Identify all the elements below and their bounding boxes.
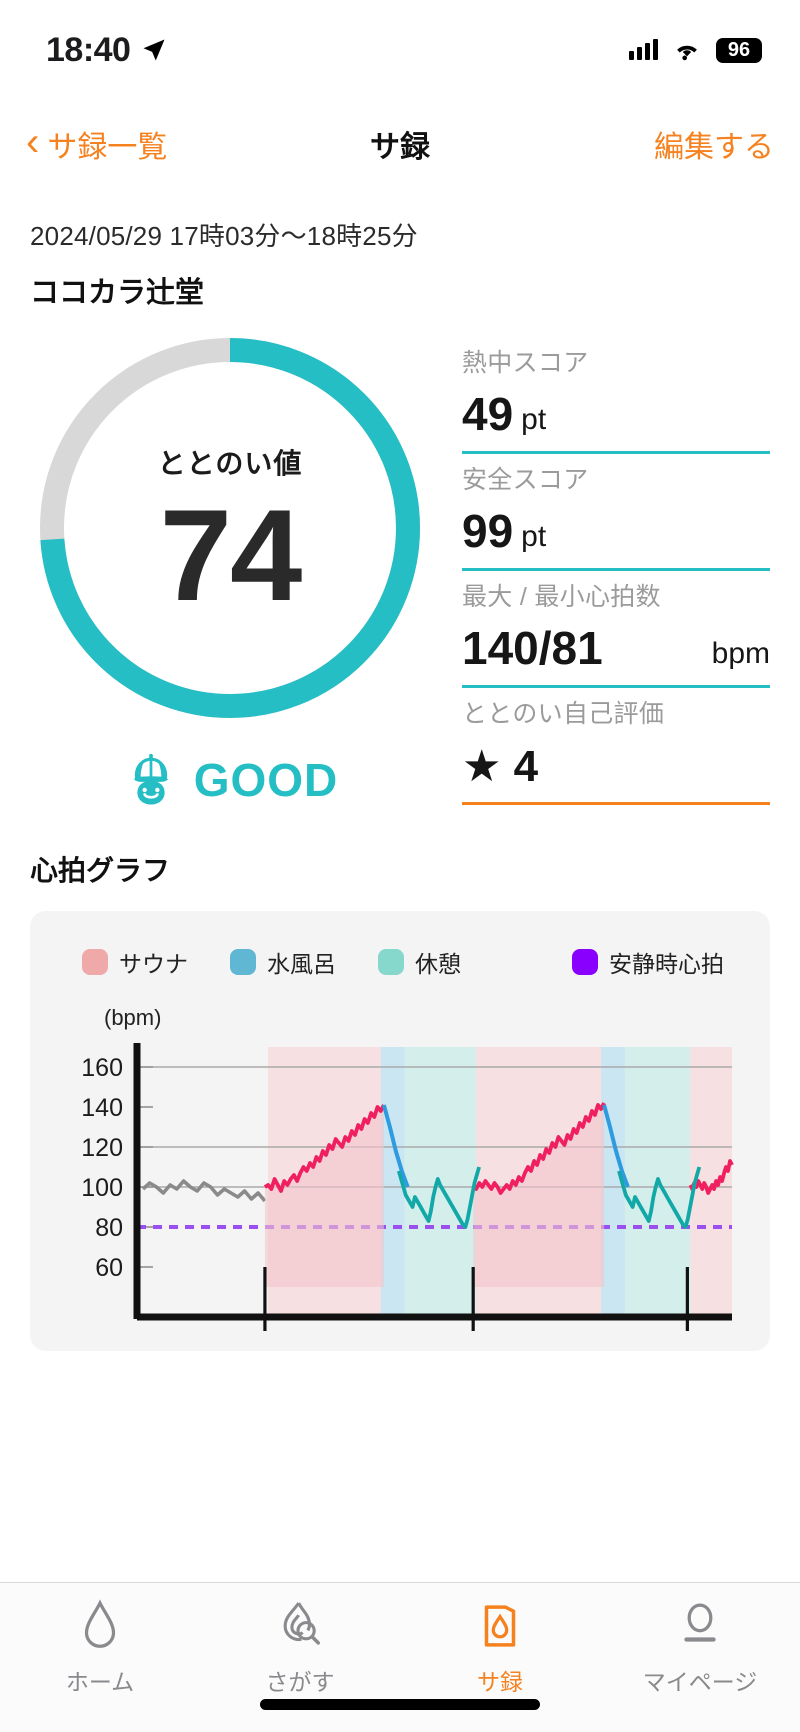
stat-label: 熱中スコア bbox=[462, 349, 589, 377]
star-rating-value: ★ 4 bbox=[462, 742, 539, 791]
edit-button[interactable]: 編集する bbox=[654, 122, 774, 166]
flame-search-icon bbox=[275, 1597, 325, 1655]
legend-item-rest: 休憩 bbox=[378, 945, 461, 979]
stat-self-rating: ととのい自己評価 ★ 4 bbox=[462, 694, 770, 805]
tab-search[interactable]: さがす bbox=[200, 1597, 400, 1697]
water-drop-icon bbox=[78, 1597, 122, 1655]
home-indicator bbox=[260, 1699, 540, 1710]
status-bar-right: 96 bbox=[629, 37, 762, 63]
sauna-face-icon bbox=[133, 753, 168, 805]
cellular-bars-icon bbox=[629, 39, 658, 60]
tab-mypage[interactable]: マイページ bbox=[600, 1597, 800, 1697]
stat-value-row: 140/81 bpm bbox=[462, 617, 770, 675]
status-time: 18:40 bbox=[46, 30, 131, 69]
battery-level: 96 bbox=[716, 37, 762, 63]
tab-home[interactable]: ホーム bbox=[0, 1597, 200, 1697]
stats-column: 熱中スコア 49 pt 安全スコア 99 pt 最大 / 最小心拍数 140/8… bbox=[430, 333, 770, 811]
person-icon bbox=[677, 1597, 723, 1655]
status-bar-left: 18:40 bbox=[46, 31, 168, 70]
stat-value: 140/81 bbox=[462, 622, 603, 675]
summary-section: ととのい値 74 GOOD 熱中スコア 49 pt 安全スコア 99 pt 最大… bbox=[0, 311, 800, 811]
stat-unit: bpm bbox=[711, 637, 770, 670]
chart-title: 心拍グラフ bbox=[30, 855, 171, 886]
record-card-icon bbox=[478, 1597, 522, 1655]
stat-label: ととのい自己評価 bbox=[462, 700, 665, 728]
legend-swatch-sauna bbox=[82, 949, 108, 975]
legend-swatch-coldbath bbox=[230, 949, 256, 975]
legend-label: 休憩 bbox=[415, 951, 461, 977]
stat-unit: pt bbox=[521, 520, 547, 553]
back-button[interactable]: ‹ サ録一覧 bbox=[26, 122, 167, 166]
svg-text:120: 120 bbox=[81, 1134, 123, 1162]
gauge-value: 74 bbox=[159, 482, 303, 628]
tab-label: ホーム bbox=[65, 1669, 135, 1695]
wifi-icon bbox=[677, 45, 697, 61]
gauge-center: ととのい値 74 bbox=[35, 333, 425, 723]
chart-card[interactable]: サウナ 水風呂 休憩 安静時心拍 (bpm) 160 140 120 100 8… bbox=[30, 911, 770, 1351]
stat-label: 安全スコア bbox=[462, 466, 589, 494]
legend-swatch-rest bbox=[378, 949, 404, 975]
stat-underline bbox=[462, 685, 770, 688]
gauge-label: ととのい値 bbox=[157, 448, 303, 479]
stat-heat-score: 熱中スコア 49 pt bbox=[462, 343, 770, 454]
legend-swatch-resting-hr bbox=[572, 949, 598, 975]
stat-underline bbox=[462, 451, 770, 454]
legend-label: 安静時心拍 bbox=[609, 951, 724, 977]
chevron-left-icon: ‹ bbox=[26, 120, 40, 164]
tab-label: さがす bbox=[265, 1669, 335, 1695]
chart-y-axis-unit: (bpm) bbox=[104, 1005, 162, 1030]
gauge-column: ととのい値 74 GOOD bbox=[30, 333, 430, 811]
stat-safety-score: 安全スコア 99 pt bbox=[462, 460, 770, 571]
navigation-bar: ‹ サ録一覧 サ録 編集する bbox=[0, 100, 800, 188]
stat-underline bbox=[462, 568, 770, 571]
chart-plot: 160 140 120 100 80 60 bbox=[42, 1037, 754, 1337]
stat-value-row: 49 pt bbox=[462, 383, 770, 441]
scroll-content[interactable]: 2024/05/29 17時03分〜18時25分 ココカラ辻堂 ととのい値 74 bbox=[0, 188, 800, 1582]
stat-unit: pt bbox=[521, 403, 547, 436]
verdict-label: GOOD bbox=[193, 754, 339, 806]
legend-item-resting-hr: 安静時心拍 bbox=[572, 945, 724, 979]
verdict-row: GOOD bbox=[30, 751, 430, 809]
tab-label: サ録 bbox=[477, 1669, 523, 1695]
tab-record[interactable]: サ録 bbox=[400, 1597, 600, 1697]
location-arrow-icon bbox=[143, 39, 165, 61]
chart-legend: サウナ 水風呂 休憩 安静時心拍 bbox=[42, 933, 754, 979]
totonoi-gauge: ととのい値 74 bbox=[35, 333, 425, 723]
status-bar: 18:40 96 bbox=[0, 0, 800, 100]
svg-text:140: 140 bbox=[81, 1094, 123, 1122]
svg-text:80: 80 bbox=[95, 1214, 123, 1242]
tab-label: マイページ bbox=[642, 1669, 758, 1695]
legend-item-sauna: サウナ bbox=[82, 945, 188, 979]
session-meta: 2024/05/29 17時03分〜18時25分 ココカラ辻堂 bbox=[0, 188, 800, 311]
back-button-label: サ録一覧 bbox=[47, 131, 168, 164]
stat-value: 49 bbox=[462, 388, 514, 441]
stat-underline bbox=[462, 802, 770, 805]
stat-value-row: ★ 4 bbox=[462, 734, 770, 792]
legend-item-coldbath: 水風呂 bbox=[230, 945, 336, 979]
stat-max-min-hr: 最大 / 最小心拍数 140/81 bpm bbox=[462, 577, 770, 688]
chart-svg: 160 140 120 100 80 60 bbox=[81, 1043, 734, 1331]
app-screen: 18:40 96 ‹ サ録一覧 サ録 編集する 2024/05/29 17時03… bbox=[0, 0, 800, 1732]
heart-rate-chart-section: 心拍グラフ サウナ 水風呂 休憩 安静時心拍 (bpm) 160 140 120… bbox=[0, 811, 800, 1351]
session-datetime: 2024/05/29 17時03分〜18時25分 bbox=[30, 221, 418, 251]
stat-label: 最大 / 最小心拍数 bbox=[462, 583, 661, 611]
svg-text:60: 60 bbox=[95, 1254, 123, 1282]
legend-label: サウナ bbox=[119, 951, 188, 977]
svg-text:160: 160 bbox=[81, 1054, 123, 1082]
svg-text:100: 100 bbox=[81, 1174, 123, 1202]
stat-value: 99 bbox=[462, 505, 514, 558]
legend-label: 水風呂 bbox=[267, 951, 336, 977]
session-facility: ココカラ辻堂 bbox=[30, 277, 205, 309]
stat-value-row: 99 pt bbox=[462, 500, 770, 558]
